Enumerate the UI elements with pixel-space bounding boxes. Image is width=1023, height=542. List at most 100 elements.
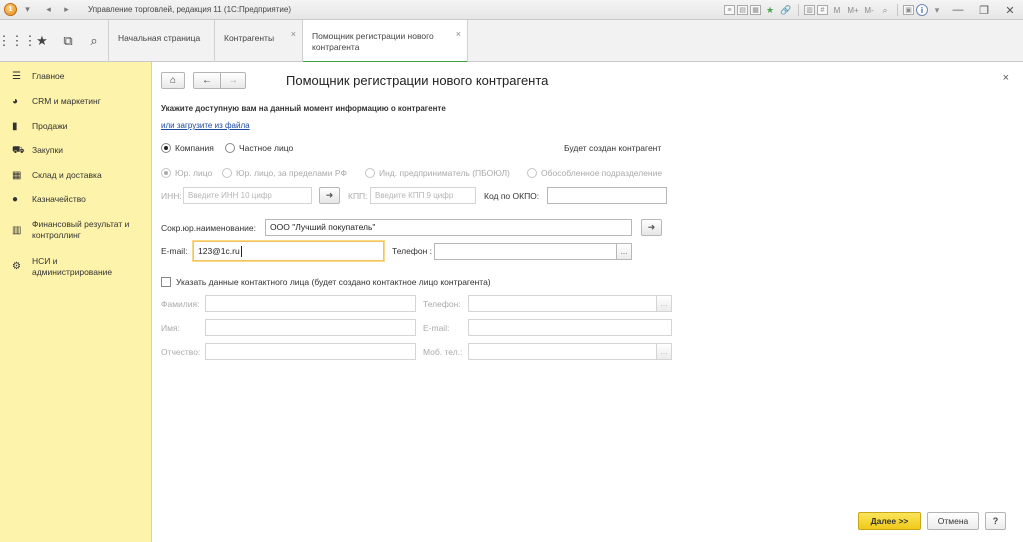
memory-plus-icon[interactable]: M+ bbox=[846, 4, 860, 16]
dropdown-icon[interactable]: ▾ bbox=[20, 3, 35, 17]
first-name-input[interactable] bbox=[205, 319, 416, 336]
radio-person[interactable]: Частное лицо bbox=[225, 143, 293, 153]
middle-name-label: Отчество: bbox=[161, 347, 201, 357]
radio-entrepreneur[interactable]: Инд. предприниматель (ПБОЮЛ) bbox=[365, 168, 510, 178]
phone-select-button[interactable]: ... bbox=[616, 243, 632, 260]
calendar-icon[interactable]: ▥ bbox=[804, 5, 815, 15]
gear-icon: ⚙ bbox=[12, 261, 21, 272]
back-icon[interactable]: ◂ bbox=[41, 3, 56, 17]
panel-icon[interactable]: ▣ bbox=[903, 5, 914, 15]
okpo-input[interactable] bbox=[547, 187, 667, 204]
info-icon[interactable]: i bbox=[916, 4, 928, 16]
link-icon[interactable]: 🔗 bbox=[779, 4, 793, 16]
sidebar-item-label: Продажи bbox=[32, 121, 68, 131]
fill-by-inn-button[interactable]: ➜ bbox=[319, 187, 340, 204]
middle-name-input[interactable] bbox=[205, 343, 416, 360]
mobile-phone-select-button[interactable]: ... bbox=[656, 343, 672, 360]
sidebar-item-purchases[interactable]: ⛟ Закупки bbox=[0, 145, 152, 157]
radio-legal-entity[interactable]: Юр. лицо bbox=[161, 168, 212, 178]
phone-input[interactable] bbox=[434, 243, 617, 260]
contact-phone-label: Телефон: bbox=[423, 299, 461, 309]
contact-email-label: E-mail: bbox=[423, 323, 450, 333]
sidebar-item-label: Главное bbox=[32, 71, 65, 81]
email-label: E-mail: bbox=[161, 246, 188, 256]
minimize-icon[interactable]: — bbox=[945, 0, 971, 20]
tab-contractors[interactable]: Контрагенты × bbox=[215, 20, 303, 62]
memory-icon[interactable]: M bbox=[830, 4, 844, 16]
help-button[interactable]: ? bbox=[985, 512, 1006, 530]
chart-icon: ▥ bbox=[12, 225, 22, 236]
search-icon[interactable]: ⌕ bbox=[83, 30, 105, 52]
next-button[interactable]: Далее >> bbox=[858, 512, 921, 530]
contact-email-input[interactable] bbox=[468, 319, 672, 336]
forward-button[interactable]: → bbox=[220, 72, 246, 89]
radio-dot[interactable] bbox=[222, 168, 232, 178]
sidebar-item-crm[interactable]: ◕ CRM и маркетинг bbox=[0, 96, 152, 108]
radio-label: Юр. лицо, за пределами РФ bbox=[236, 168, 347, 178]
radio-company[interactable]: Компания bbox=[161, 143, 214, 153]
short-name-input[interactable]: ООО "Лучший покупатель" bbox=[265, 219, 632, 236]
zoom-icon[interactable]: ⌕ bbox=[878, 4, 892, 16]
sidebar-item-main[interactable]: ☰ Главное bbox=[0, 71, 152, 83]
inn-placeholder: Введите ИНН 10 цифр bbox=[188, 191, 272, 200]
radio-foreign-entity[interactable]: Юр. лицо, за пределами РФ bbox=[222, 168, 347, 178]
radio-label: Компания bbox=[175, 143, 214, 153]
save-icon[interactable]: ▤ bbox=[737, 5, 748, 15]
tab-home[interactable]: Начальная страница bbox=[109, 20, 215, 62]
apps-grid-icon[interactable]: ⋮⋮⋮ bbox=[0, 30, 37, 52]
tabs-toolbar: ⋮⋮⋮ ★ ⧉ ⌕ Начальная страница Контрагенты… bbox=[0, 20, 1023, 63]
cancel-button[interactable]: Отмена bbox=[927, 512, 979, 530]
document-icon[interactable]: ≡ bbox=[724, 5, 735, 15]
radio-label: Инд. предприниматель (ПБОЮЛ) bbox=[379, 168, 510, 178]
checkbox-box[interactable] bbox=[161, 277, 171, 287]
sidebar-item-label: НСИ и администрирование bbox=[32, 256, 113, 277]
kpp-input[interactable]: Введите КПП 9 цифр bbox=[370, 187, 476, 204]
print-icon[interactable]: ▦ bbox=[750, 5, 761, 15]
radio-dot[interactable] bbox=[527, 168, 537, 178]
fill-by-name-button[interactable]: ➜ bbox=[641, 219, 662, 236]
calculator-icon[interactable]: # bbox=[817, 5, 828, 15]
radio-dot[interactable] bbox=[161, 143, 171, 153]
text-cursor bbox=[240, 246, 242, 258]
tab-wizard[interactable]: Помощник регистрации нового контрагента … bbox=[303, 20, 468, 63]
home-button[interactable]: ⌂ bbox=[161, 72, 185, 89]
sidebar-item-label: Финансовый результат и контроллинг bbox=[32, 219, 130, 240]
okpo-label: Код по ОКПО: bbox=[484, 191, 540, 201]
inn-input[interactable]: Введите ИНН 10 цифр bbox=[183, 187, 312, 204]
radio-dot[interactable] bbox=[161, 168, 171, 178]
back-button[interactable]: ← bbox=[193, 72, 221, 89]
forward-icon[interactable]: ▸ bbox=[59, 3, 74, 17]
close-icon[interactable]: ✕ bbox=[997, 0, 1023, 20]
memory-minus-icon[interactable]: M- bbox=[862, 4, 876, 16]
chevron-down-icon[interactable]: ▾ bbox=[930, 4, 944, 16]
last-name-input[interactable] bbox=[205, 295, 416, 312]
close-icon[interactable]: × bbox=[456, 29, 461, 40]
title-bar: 1 ▾ ◂ ▸ Управление торговлей, редакция 1… bbox=[0, 0, 1023, 20]
history-icon[interactable]: ⧉ bbox=[57, 30, 79, 52]
email-input[interactable]: 123@1c.ru bbox=[193, 241, 384, 261]
contact-person-checkbox[interactable]: Указать данные контактного лица (будет с… bbox=[161, 277, 491, 287]
radio-branch[interactable]: Обособленное подразделение bbox=[527, 168, 662, 178]
radio-label: Частное лицо bbox=[239, 143, 294, 153]
sidebar-item-treasury[interactable]: ● Казначейство bbox=[0, 194, 152, 206]
radio-label: Обособленное подразделение bbox=[541, 168, 663, 178]
favorites-star-icon[interactable]: ★ bbox=[31, 30, 53, 52]
maximize-icon[interactable]: ❐ bbox=[971, 0, 997, 20]
sidebar-item-sales[interactable]: ▮ Продажи bbox=[0, 121, 152, 133]
close-icon[interactable]: × bbox=[1003, 72, 1009, 84]
radio-dot[interactable] bbox=[225, 143, 235, 153]
sidebar-item-finance[interactable]: ▥ Финансовый результат и контроллинг bbox=[0, 219, 152, 241]
radio-dot[interactable] bbox=[365, 168, 375, 178]
favorite-icon[interactable]: ★ bbox=[763, 4, 777, 16]
will-create-label: Будет создан контрагент bbox=[564, 143, 662, 153]
sidebar-item-admin[interactable]: ⚙ НСИ и администрирование bbox=[0, 256, 152, 278]
wizard-form: ⌂ ← → Помощник регистрации нового контра… bbox=[153, 62, 1023, 542]
contact-phone-select-button[interactable]: ... bbox=[656, 295, 672, 312]
close-icon[interactable]: × bbox=[291, 29, 296, 39]
load-from-file-link[interactable]: или загрузите из файла bbox=[161, 121, 250, 130]
mobile-phone-input[interactable] bbox=[468, 343, 657, 360]
1c-logo-icon[interactable]: 1 bbox=[4, 3, 17, 16]
sidebar-item-label: Закупки bbox=[32, 145, 63, 155]
contact-phone-input[interactable] bbox=[468, 295, 657, 312]
sidebar-item-warehouse[interactable]: ▦ Склад и доставка bbox=[0, 170, 152, 182]
